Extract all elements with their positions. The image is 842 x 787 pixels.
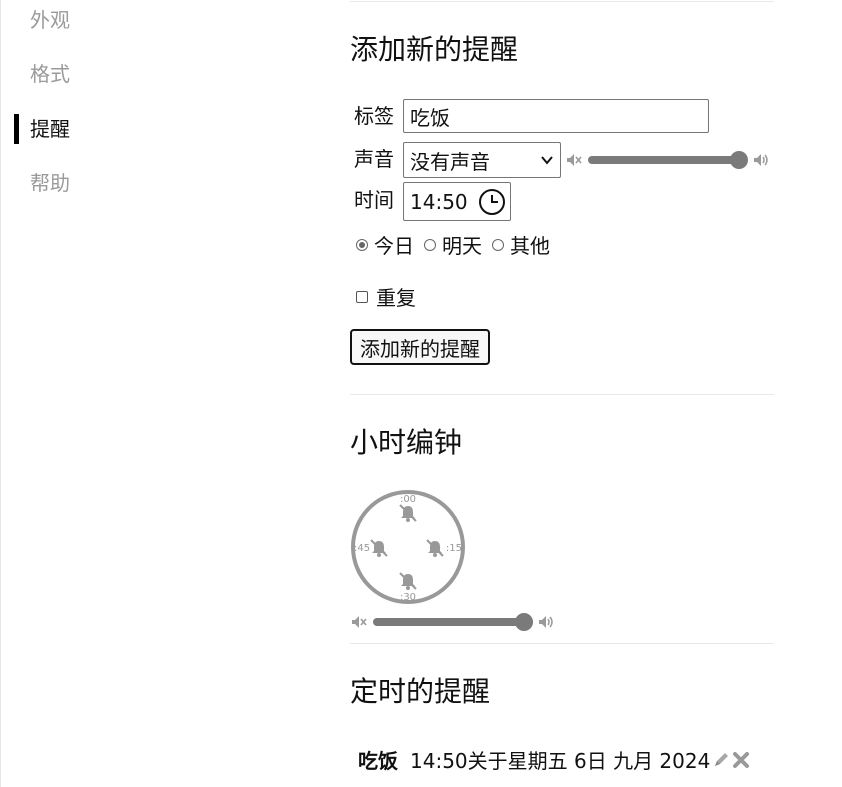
pencil-icon[interactable] [712, 751, 730, 769]
sidebar-item-format[interactable]: 格式 [30, 64, 70, 84]
bell-off-icon[interactable] [399, 504, 417, 522]
repeat-row: 重复 [356, 282, 416, 311]
sound-field-label: 声音 [354, 147, 394, 171]
section-divider [350, 1, 774, 2]
speaker-mute-icon[interactable] [350, 613, 368, 631]
scheduled-reminders-heading: 定时的提醒 [350, 675, 491, 708]
radio-today[interactable] [356, 238, 368, 251]
bell-off-icon[interactable] [370, 539, 388, 557]
radio-other-label[interactable]: 其他 [510, 230, 550, 259]
speaker-loud-icon[interactable] [752, 151, 770, 169]
sound-select-value: 没有声音 [410, 149, 490, 174]
speaker-mute-icon[interactable] [565, 151, 583, 169]
active-indicator [14, 114, 19, 144]
sound-select[interactable]: 没有声音 [403, 142, 561, 178]
hourly-chime-heading: 小时编钟 [350, 426, 463, 459]
reminder-title: 吃饭 [358, 749, 398, 773]
time-input[interactable]: 14:50 [403, 182, 511, 221]
hourly-chime-dial: :00 :15 :30 :45 [351, 490, 465, 604]
settings-sidebar: 外观 格式 提醒 帮助 [0, 0, 200, 787]
label-field-label: 标签 [354, 104, 394, 128]
sidebar-item-appearance[interactable]: 外观 [30, 10, 70, 30]
chime-mark-30: :30 [400, 592, 416, 603]
sidebar-item-help[interactable]: 帮助 [30, 173, 70, 193]
clock-icon[interactable] [478, 188, 506, 216]
radio-today-label[interactable]: 今日 [374, 230, 414, 259]
time-input-value: 14:50 [410, 189, 468, 214]
time-field-label: 时间 [354, 188, 394, 212]
chime-volume-slider-track[interactable] [373, 618, 533, 626]
add-reminder-button[interactable]: 添加新的提醒 [350, 329, 490, 365]
speaker-loud-icon[interactable] [537, 613, 555, 631]
sidebar-item-reminders[interactable]: 提醒 [30, 119, 70, 139]
bell-off-icon[interactable] [426, 539, 444, 557]
add-reminder-heading: 添加新的提醒 [350, 33, 519, 66]
reminder-label-input[interactable]: 吃饭 [403, 99, 709, 133]
section-divider [350, 643, 774, 644]
chime-mark-45: :45 [354, 543, 370, 554]
bell-off-icon[interactable] [399, 572, 417, 590]
reminder-detail: 14:50关于星期五 6日 九月 2024 [410, 749, 711, 773]
sound-volume-slider-track[interactable] [588, 156, 746, 164]
list-item: 吃饭 14:50关于星期五 6日 九月 2024 [358, 745, 750, 774]
cross-icon[interactable] [732, 751, 750, 769]
reminder-label-value: 吃饭 [410, 105, 450, 130]
radio-tomorrow-label[interactable]: 明天 [442, 230, 482, 259]
sound-volume-slider-thumb[interactable] [730, 151, 748, 169]
chime-mark-15: :15 [446, 543, 462, 554]
chime-mark-00: :00 [400, 494, 416, 505]
repeat-checkbox[interactable] [356, 290, 368, 303]
chevron-down-icon [541, 156, 553, 165]
repeat-label[interactable]: 重复 [376, 282, 416, 311]
chime-volume-slider-thumb[interactable] [515, 613, 533, 631]
radio-tomorrow[interactable] [424, 238, 436, 251]
section-divider [350, 394, 774, 395]
day-radio-group: 今日 明天 其他 [356, 230, 560, 259]
radio-other[interactable] [492, 238, 504, 251]
